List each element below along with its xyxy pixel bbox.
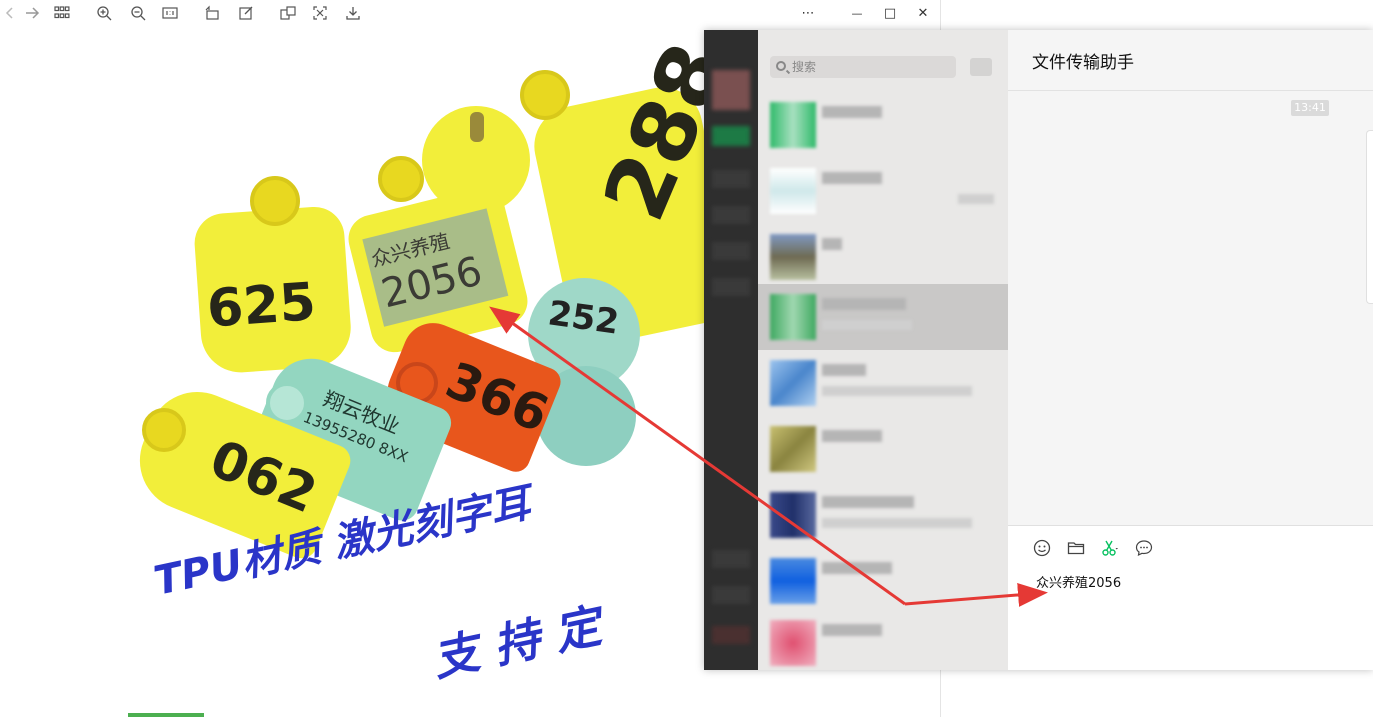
tag-number: 062: [201, 429, 325, 526]
avatar: [770, 294, 816, 340]
zoom-in-icon[interactable]: [94, 3, 114, 23]
conversation-preview: [822, 386, 972, 396]
back-arrow-icon[interactable]: [0, 3, 20, 23]
translate-icon[interactable]: [278, 3, 298, 23]
ear-tag-625: 625: [192, 204, 354, 376]
wechat-window: 搜索 文件传输助手 13:41 众兴养殖2056: [704, 30, 1373, 670]
favorites-nav-icon[interactable]: [712, 206, 750, 224]
miniprogram-nav-icon[interactable]: [712, 550, 750, 568]
message-input-area[interactable]: 众兴养殖2056: [1008, 526, 1373, 670]
avatar: [770, 558, 816, 604]
moments-nav-icon[interactable]: [712, 278, 750, 296]
conversation-name: [822, 106, 882, 118]
screenshot-scissors-icon[interactable]: [1100, 538, 1120, 558]
chat-history-icon[interactable]: [1134, 538, 1154, 558]
phone-nav-icon[interactable]: [712, 586, 750, 604]
tag-number: 366: [438, 350, 557, 444]
user-avatar[interactable]: [712, 70, 750, 110]
conversation-item[interactable]: [758, 416, 1008, 482]
search-icon: [776, 61, 786, 71]
avatar: [770, 426, 816, 472]
conversation-preview: [958, 194, 994, 204]
conversation-name: [822, 172, 882, 184]
avatar: [770, 102, 816, 148]
conversation-preview: [822, 518, 972, 528]
slogan-line2: 支 持 定: [427, 598, 606, 687]
maximize-button[interactable]: □: [879, 3, 901, 23]
ocr-scan-icon[interactable]: [310, 3, 330, 23]
conversation-item[interactable]: [758, 92, 1008, 158]
conversation-item[interactable]: [758, 224, 1008, 290]
thumbnail-indicator: [128, 713, 204, 717]
side-panel-edge: [1366, 130, 1373, 304]
conversation-name: [822, 364, 866, 376]
tag-hole: [250, 176, 300, 226]
wechat-sidebar: [704, 30, 758, 670]
message-timestamp: 13:41: [1291, 100, 1329, 116]
message-input-text[interactable]: 众兴养殖2056: [1036, 572, 1121, 591]
chat-title: 文件传输助手: [1032, 53, 1134, 73]
conversation-name: [822, 562, 892, 574]
tag-number: 625: [205, 272, 318, 340]
settings-nav-icon[interactable]: [712, 626, 750, 644]
conversation-name: [822, 496, 914, 508]
edit-icon[interactable]: [236, 3, 256, 23]
tag-hole: [142, 408, 186, 452]
conversation-list: 搜索: [758, 30, 1009, 670]
start-chat-button[interactable]: [970, 58, 992, 76]
conversation-item[interactable]: [758, 482, 1008, 548]
conversation-preview: [822, 320, 912, 330]
folder-icon[interactable]: [1066, 538, 1086, 558]
zoom-out-icon[interactable]: [128, 3, 148, 23]
conversation-item[interactable]: [758, 350, 1008, 416]
contacts-nav-icon[interactable]: [712, 170, 750, 188]
close-button[interactable]: ✕: [912, 3, 934, 23]
download-icon[interactable]: [343, 3, 363, 23]
actual-size-icon[interactable]: [160, 3, 180, 23]
avatar: [770, 234, 816, 280]
files-nav-icon[interactable]: [712, 242, 750, 260]
conversation-item[interactable]: [758, 158, 1008, 224]
divider: [1008, 90, 1373, 91]
ear-tag-product-photo: 288 625 众兴养殖 2056 252 366 翔云牧业 13955280 …: [110, 30, 747, 710]
conversation-item-active[interactable]: [758, 284, 1008, 350]
tag-hole: [520, 70, 570, 120]
minimize-button[interactable]: —: [846, 3, 868, 23]
conversation-name: [822, 238, 842, 250]
emoji-icon[interactable]: [1032, 538, 1052, 558]
avatar: [770, 360, 816, 406]
conversation-name: [822, 430, 882, 442]
avatar: [770, 168, 816, 214]
tag-number: 252: [545, 293, 622, 343]
conversation-item[interactable]: [758, 548, 1008, 614]
tag-pin: [470, 112, 484, 142]
avatar: [770, 620, 816, 666]
search-placeholder: 搜索: [792, 60, 817, 74]
search-input[interactable]: 搜索: [770, 56, 956, 78]
chat-panel: 文件传输助手 13:41 众兴养殖2056: [1008, 30, 1373, 670]
tag-hole: [378, 156, 424, 202]
conversation-name: [822, 298, 906, 310]
grid-view-icon[interactable]: [52, 3, 72, 23]
conversation-name: [822, 624, 882, 636]
more-options-icon[interactable]: ⋯: [797, 3, 819, 23]
rotate-icon[interactable]: [202, 3, 222, 23]
chat-nav-icon[interactable]: [712, 126, 750, 146]
forward-arrow-icon[interactable]: [22, 3, 42, 23]
avatar: [770, 492, 816, 538]
conversation-item[interactable]: [758, 610, 1008, 676]
